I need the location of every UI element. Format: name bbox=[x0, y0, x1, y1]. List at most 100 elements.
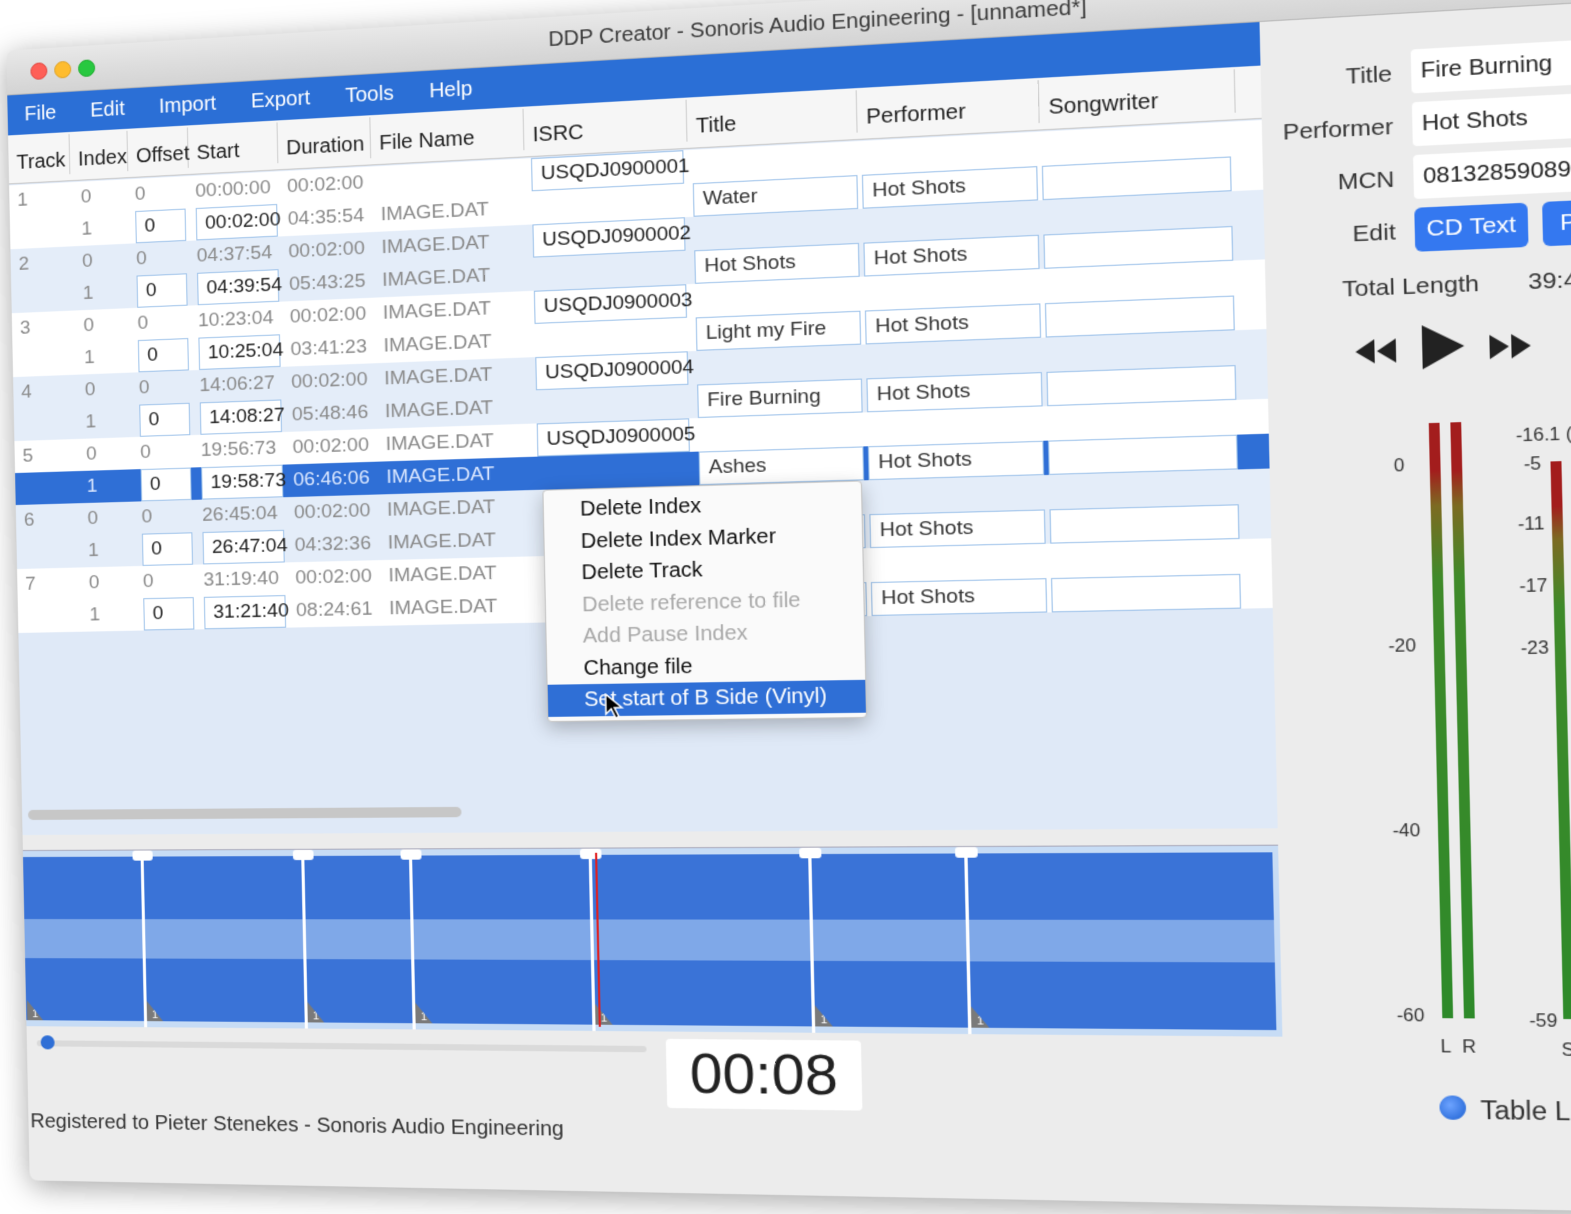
column-header-track[interactable]: Track bbox=[8, 134, 70, 177]
cell-start[interactable]: 00:02:00 bbox=[196, 204, 278, 240]
side-peak-readout: -16.1 (I) bbox=[1516, 425, 1571, 447]
track-marker-handle[interactable] bbox=[799, 848, 821, 859]
waveform-track-clip[interactable] bbox=[810, 853, 968, 1027]
cell-offset[interactable]: 0 bbox=[142, 532, 193, 566]
track-marker-handle[interactable] bbox=[293, 850, 314, 860]
cell-offset: 0 bbox=[143, 565, 194, 599]
cell-offset[interactable]: 0 bbox=[135, 209, 186, 244]
rewind-icon[interactable] bbox=[1350, 334, 1398, 369]
performer-field[interactable]: Hot Shots bbox=[1412, 89, 1571, 146]
cd-text-button[interactable]: CD Text bbox=[1414, 203, 1528, 252]
menu-export[interactable]: Export bbox=[233, 85, 328, 114]
menu-edit[interactable]: Edit bbox=[73, 96, 142, 123]
cell-songwriter bbox=[1047, 400, 1237, 441]
cell-isrc bbox=[536, 385, 689, 424]
cell-file: IMAGE.DAT bbox=[383, 324, 527, 363]
cell-index: 0 bbox=[80, 180, 121, 214]
cell-offset[interactable]: 0 bbox=[139, 403, 190, 437]
column-header-start[interactable]: Start bbox=[188, 122, 278, 167]
mcn-label: MCN bbox=[1281, 167, 1395, 199]
waveform-detail bbox=[968, 920, 1275, 963]
cell-duration: 00:02:00 bbox=[292, 429, 377, 464]
project-button[interactable]: Project bbox=[1542, 197, 1571, 247]
cell-offset[interactable]: 0 bbox=[137, 273, 188, 308]
waveform-track-clip[interactable] bbox=[966, 852, 1276, 1030]
mcn-field[interactable]: 0813285908925 bbox=[1413, 143, 1571, 199]
title-field[interactable]: Fire Burning bbox=[1411, 36, 1571, 94]
waveform-detail bbox=[412, 919, 591, 960]
waveform-track-clip[interactable] bbox=[303, 856, 412, 1024]
menu-tools[interactable]: Tools bbox=[327, 81, 411, 109]
menu-file[interactable]: File bbox=[7, 100, 73, 127]
cell-offset[interactable]: 0 bbox=[138, 338, 189, 372]
waveform-track-clip[interactable] bbox=[411, 855, 592, 1025]
track-marker-handle[interactable] bbox=[400, 849, 421, 859]
time-display: 00:08 bbox=[666, 1039, 863, 1111]
cell-track: 7 bbox=[25, 568, 75, 601]
column-header-isrc[interactable]: ISRC bbox=[524, 100, 688, 150]
cell-isrc[interactable]: USQDJ0900004 bbox=[535, 351, 688, 390]
waveform-track-clip[interactable] bbox=[143, 856, 305, 1022]
context-menu: Delete Index Delete Index Marker Delete Tr… bbox=[542, 480, 867, 721]
cell-songwriter[interactable] bbox=[1049, 504, 1239, 543]
cell-offset: 0 bbox=[136, 241, 187, 276]
left-channel-meter bbox=[1429, 423, 1453, 1018]
cell-track bbox=[23, 471, 73, 505]
cell-start: 14:06:27 bbox=[199, 367, 281, 403]
cell-start[interactable]: 31:21:40 bbox=[204, 595, 286, 629]
cell-offset[interactable]: 0 bbox=[143, 597, 194, 630]
column-header-performer[interactable]: Performer bbox=[857, 80, 1040, 133]
cell-start[interactable]: 26:47:04 bbox=[202, 530, 284, 565]
cell-offset[interactable]: 0 bbox=[141, 468, 192, 502]
waveform-detail bbox=[305, 919, 412, 959]
track-marker-handle[interactable] bbox=[955, 847, 978, 858]
cell-performer[interactable]: Hot Shots bbox=[871, 578, 1047, 616]
column-header-songwriter[interactable]: Songwriter bbox=[1039, 69, 1236, 123]
column-header-duration[interactable]: Duration bbox=[278, 117, 372, 163]
cell-start[interactable]: 14:08:27 bbox=[200, 399, 282, 434]
cell-start[interactable]: 04:39:54 bbox=[197, 269, 279, 305]
cell-track: 2 bbox=[18, 247, 68, 281]
cell-title bbox=[698, 412, 864, 451]
waveform-detail bbox=[592, 919, 810, 961]
cell-songwriter[interactable] bbox=[1051, 574, 1241, 613]
cell-track bbox=[19, 279, 69, 313]
waveform-view[interactable]: 1111111 bbox=[23, 845, 1283, 1037]
cell-index: 0 bbox=[87, 502, 128, 535]
menu-import[interactable]: Import bbox=[142, 91, 234, 120]
cell-index: 1 bbox=[82, 276, 123, 310]
cell-performer[interactable]: Hot Shots bbox=[868, 441, 1044, 480]
cell-duration: 00:02:00 bbox=[287, 166, 372, 203]
cell-songwriter[interactable] bbox=[1048, 435, 1238, 475]
cell-index: 0 bbox=[86, 437, 127, 470]
context-menu-item[interactable]: Change file bbox=[547, 647, 865, 684]
waveform-track-clip[interactable] bbox=[23, 857, 144, 1022]
cell-start[interactable]: 10:25:04 bbox=[198, 334, 280, 370]
context-menu-item[interactable]: Set start of B Side (Vinyl) bbox=[548, 680, 866, 717]
position-slider-knob[interactable] bbox=[41, 1035, 55, 1049]
column-header-offset[interactable]: Offset bbox=[127, 127, 188, 171]
cell-track: 6 bbox=[24, 503, 74, 536]
cell-file: IMAGE.DAT bbox=[389, 590, 533, 626]
playback-position-slider[interactable] bbox=[37, 1040, 647, 1052]
column-header-index[interactable]: Index bbox=[70, 131, 129, 174]
play-icon[interactable] bbox=[1417, 320, 1469, 373]
cell-title[interactable]: Ashes bbox=[699, 446, 865, 485]
cell-isrc[interactable]: USQDJ0900005 bbox=[537, 418, 690, 456]
cell-track: 3 bbox=[20, 311, 70, 345]
fast-forward-icon[interactable] bbox=[1487, 329, 1536, 364]
column-header-file-name[interactable]: File Name bbox=[370, 109, 524, 159]
track-marker-handle[interactable] bbox=[580, 849, 602, 859]
horizontal-scrollbar[interactable] bbox=[28, 807, 462, 820]
cell-performer[interactable]: Hot Shots bbox=[869, 509, 1045, 548]
cell-title[interactable]: Fire Burning bbox=[697, 379, 863, 418]
track-marker-handle[interactable] bbox=[132, 850, 152, 860]
menu-help[interactable]: Help bbox=[411, 76, 490, 104]
waveform-track-clip[interactable] bbox=[591, 854, 812, 1026]
app-window: DDP Creator - Sonoris Audio Engineering … bbox=[6, 0, 1571, 1214]
column-header-title[interactable]: Title bbox=[687, 90, 858, 141]
table-lock-toggle[interactable] bbox=[1439, 1095, 1466, 1120]
cell-start[interactable]: 19:58:73 bbox=[201, 465, 283, 500]
meter-label-side: S bbox=[1561, 1041, 1571, 1061]
meter-scale-minus60: -60 bbox=[1397, 1007, 1425, 1027]
